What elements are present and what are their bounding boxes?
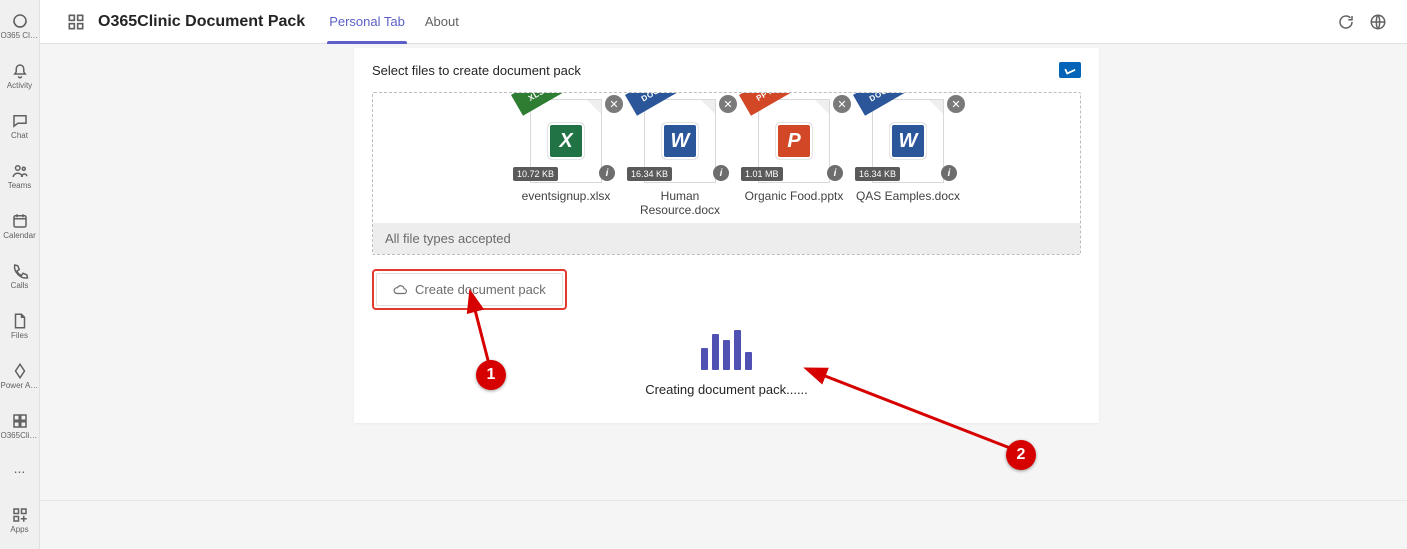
rail-item-activity[interactable]: Activity xyxy=(0,56,40,96)
progress-block: Creating document pack...... xyxy=(354,324,1099,423)
accepted-types-bar: All file types accepted xyxy=(373,223,1080,254)
rail-label: O365 Clinic xyxy=(1,32,39,40)
rail-label: Files xyxy=(11,332,28,340)
rail-item-teams[interactable]: Teams xyxy=(0,156,40,196)
file-info-button[interactable]: i xyxy=(599,165,615,181)
file-size-badge: 1.01 MB xyxy=(741,167,783,181)
rail-more-button[interactable]: ... xyxy=(0,456,40,480)
file-info-button[interactable]: i xyxy=(941,165,957,181)
rail-label: Power Apps xyxy=(1,382,39,390)
onedrive-icon[interactable] xyxy=(1059,62,1081,78)
top-actions xyxy=(1337,13,1407,31)
rail-item-calendar[interactable]: Calendar xyxy=(0,206,40,246)
files-row: X XLSX ✕ 10.72 KB i eventsignup.xlsx W D… xyxy=(373,93,1080,219)
word-icon: W xyxy=(890,123,926,159)
annotation-highlight-1: Create document pack xyxy=(372,269,567,310)
tab-about[interactable]: About xyxy=(415,0,469,44)
file-info-button[interactable]: i xyxy=(713,165,729,181)
file-name: Human Resource.docx xyxy=(627,189,733,219)
create-document-pack-button[interactable]: Create document pack xyxy=(376,273,563,306)
file-tile: X XLSX ✕ 10.72 KB i eventsignup.xlsx xyxy=(513,97,619,219)
rail-item-powerapps[interactable]: Power Apps xyxy=(0,356,40,396)
rail-item-apps[interactable]: Apps xyxy=(0,500,40,540)
tab-label: Personal Tab xyxy=(329,14,405,29)
file-dropzone[interactable]: X XLSX ✕ 10.72 KB i eventsignup.xlsx W D… xyxy=(372,92,1081,255)
file-name: QAS Eamples.docx xyxy=(855,189,961,219)
excel-icon: X xyxy=(548,123,584,159)
app-title: O365Clinic Document Pack xyxy=(98,13,305,31)
remove-file-button[interactable]: ✕ xyxy=(947,95,965,113)
rail-label: Activity xyxy=(7,82,32,90)
divider xyxy=(40,500,1407,501)
refresh-icon[interactable] xyxy=(1337,13,1355,31)
rail-label: Teams xyxy=(8,182,32,190)
rail-label: Calls xyxy=(11,282,29,290)
left-rail: O365 Clinic Activity Chat Teams Calendar… xyxy=(0,0,40,549)
tab-label: About xyxy=(425,14,459,29)
file-name: eventsignup.xlsx xyxy=(513,189,619,219)
file-info-button[interactable]: i xyxy=(827,165,843,181)
file-name: Organic Food.pptx xyxy=(741,189,847,219)
globe-icon[interactable] xyxy=(1369,13,1387,31)
panel-header-title: Select files to create document pack xyxy=(372,63,581,78)
remove-file-button[interactable]: ✕ xyxy=(833,95,851,113)
top-bar: O365Clinic Document Pack Personal Tab Ab… xyxy=(40,0,1407,44)
file-tile: W DOCX ✕ 16.34 KB i QAS Eamples.docx xyxy=(855,97,961,219)
create-button-label: Create document pack xyxy=(415,282,546,297)
word-icon: W xyxy=(662,123,698,159)
progress-text: Creating document pack...... xyxy=(645,382,808,397)
remove-file-button[interactable]: ✕ xyxy=(605,95,623,113)
tab-personal[interactable]: Personal Tab xyxy=(319,0,415,44)
cloud-upload-icon xyxy=(393,283,407,297)
rail-item-o365clinic2[interactable]: O365Clinic ... xyxy=(0,406,40,446)
app-grid-icon xyxy=(66,12,86,32)
panel-header: Select files to create document pack xyxy=(354,48,1099,92)
rail-label: Calendar xyxy=(3,232,35,240)
file-size-badge: 16.34 KB xyxy=(855,167,900,181)
file-tile: P PPTX ✕ 1.01 MB i Organic Food.pptx xyxy=(741,97,847,219)
rail-label: Chat xyxy=(11,132,28,140)
remove-file-button[interactable]: ✕ xyxy=(719,95,737,113)
rail-item-o365clinic[interactable]: O365 Clinic xyxy=(0,6,40,46)
rail-item-calls[interactable]: Calls xyxy=(0,256,40,296)
powerpoint-icon: P xyxy=(776,123,812,159)
main-panel: Select files to create document pack X X… xyxy=(354,48,1099,423)
create-row: Create document pack xyxy=(354,255,1099,324)
rail-item-chat[interactable]: Chat xyxy=(0,106,40,146)
rail-item-files[interactable]: Files xyxy=(0,306,40,346)
annotation-badge-2: 2 xyxy=(1006,440,1036,470)
loading-bars-icon xyxy=(701,330,752,370)
rail-label: O365Clinic ... xyxy=(1,432,39,440)
file-size-badge: 16.34 KB xyxy=(627,167,672,181)
file-size-badge: 10.72 KB xyxy=(513,167,558,181)
rail-label: Apps xyxy=(10,526,28,534)
file-tile: W DOCX ✕ 16.34 KB i Human Resource.docx xyxy=(627,97,733,219)
